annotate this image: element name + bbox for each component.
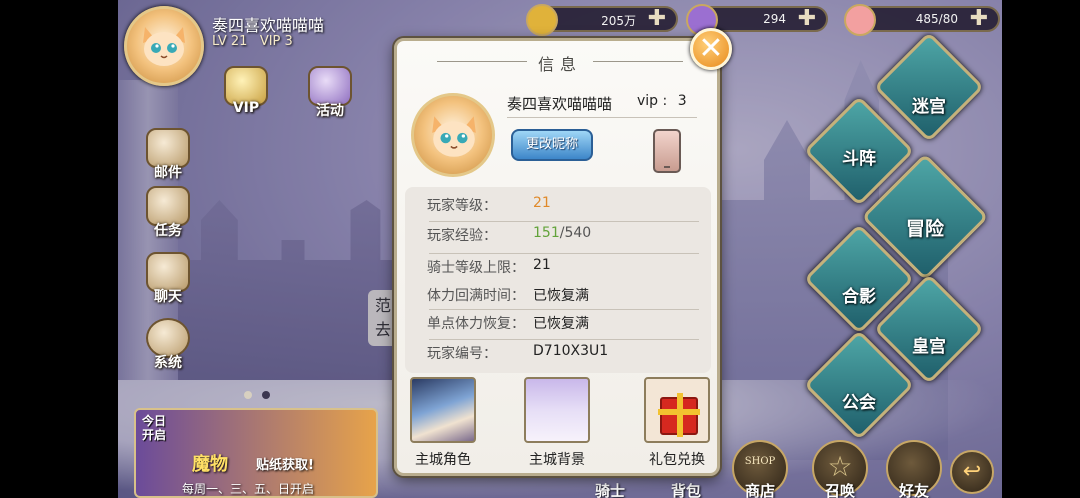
stat-key: 玩家经验：: [427, 228, 497, 244]
side-item-label: 任务: [154, 223, 182, 239]
return-arrow-icon: ↩: [962, 459, 982, 484]
side-item-label: 活动: [316, 103, 344, 119]
side-item-label: 邮件: [154, 165, 182, 181]
stat-divider: [429, 339, 699, 340]
add-gem-button[interactable]: ✚: [794, 6, 820, 32]
stat-key: 玩家编号：: [427, 346, 497, 362]
exp-current: 151: [533, 225, 560, 241]
page-dot-active[interactable]: [262, 391, 270, 399]
dialog-vip: vip : 3: [637, 93, 687, 109]
close-dialog-button[interactable]: ✕: [690, 28, 732, 70]
level-label: LV: [212, 34, 227, 49]
gold-bar: 205万 ✚: [526, 4, 678, 36]
level-value: 21: [230, 34, 248, 49]
stat-value: D710X3U1: [533, 343, 609, 359]
side-item-activity[interactable]: 活动: [300, 66, 360, 126]
letterbox-left: [0, 0, 118, 498]
bottom-item-bag[interactable]: 背包: [656, 480, 716, 498]
peach-stamina-icon: [844, 4, 876, 36]
page-dot[interactable]: [244, 391, 252, 399]
vip-label: VIP: [259, 34, 281, 49]
player-name: 奏四喜欢喵喵喵: [212, 16, 325, 35]
stat-value-exp: 151/540: [533, 225, 591, 241]
palace-label: 皇宫: [912, 337, 946, 357]
gift-ribbon-h: [658, 409, 700, 415]
add-gold-button[interactable]: ✚: [644, 6, 670, 32]
gift-box-icon: [644, 377, 710, 443]
stat-divider: [429, 221, 699, 222]
side-item-label: 聊天: [154, 289, 182, 305]
stat-divider: [429, 253, 699, 254]
phone-icon[interactable]: [653, 129, 681, 173]
bottom-item-label: 主城背景: [529, 452, 585, 468]
stat-value: 已恢复满: [533, 316, 589, 332]
player-avatar[interactable]: [124, 6, 204, 86]
bottom-item-friends: 好友: [898, 482, 929, 498]
event-banner[interactable]: 今日开启 魔物 贴纸获取! 每周一、三、五、日开启: [134, 408, 378, 498]
side-item-mail[interactable]: 邮件: [138, 128, 198, 188]
dialog-vip-label: vip :: [637, 93, 668, 109]
stamina-bar: 485/80 ✚: [844, 4, 1000, 36]
stat-divider: [429, 309, 699, 310]
bottom-item-shop: 商店: [744, 482, 775, 498]
side-item-system[interactable]: 系统: [138, 318, 198, 378]
name-divider: [507, 117, 697, 118]
gold-coin-icon: [526, 4, 558, 36]
bottom-item-label: 主城角色: [415, 452, 471, 468]
stat-key: 单点体力恢复：: [427, 316, 525, 332]
gem-value: 294: [763, 12, 786, 26]
game-screen: 范 去 奏四喜欢喵喵喵 LV 21 VIP 3 205万 ✚ 294 ✚ 485…: [0, 0, 1080, 498]
vip-value: 3: [284, 34, 293, 49]
side-item-chat[interactable]: 聊天: [138, 252, 198, 312]
side-item-tasks[interactable]: 任务: [138, 186, 198, 246]
banner-subtitle: 贴纸获取!: [256, 458, 314, 473]
banner-title: 魔物: [192, 454, 228, 475]
bottom-item-knights[interactable]: 骑士: [580, 480, 640, 498]
stamina-value: 485/80: [915, 12, 958, 26]
banner-schedule: 每周一、三、五、日开启: [182, 482, 315, 496]
stat-key: 体力回满时间：: [427, 288, 525, 304]
dialog-player-avatar[interactable]: [411, 93, 495, 177]
stat-value: 21: [533, 257, 551, 273]
side-item-label: VIP: [232, 100, 260, 116]
player-level-row: LV 21 VIP 3: [212, 34, 293, 49]
side-item-vip[interactable]: VIP: [216, 66, 276, 126]
banner-open-today: 今日开启: [142, 414, 167, 442]
stat-value: 21: [533, 195, 551, 211]
letterbox-right: [1002, 0, 1080, 498]
bottom-item-label: 礼包兑换: [649, 452, 705, 468]
character-portrait-icon: [410, 377, 476, 443]
stat-key: 骑士等级上限：: [427, 260, 525, 276]
maze-label: 迷宫: [912, 97, 946, 117]
main-city-character-button[interactable]: 主城角色: [407, 377, 479, 469]
return-arrow-button[interactable]: ↩: [950, 450, 994, 494]
rename-button[interactable]: 更改昵称: [511, 129, 593, 161]
gold-value: 205万: [601, 14, 636, 28]
stat-value: 已恢复满: [533, 288, 589, 304]
player-info-dialog: 信息 奏四喜欢喵喵喵 vip : 3 更改昵称 玩家等级： 21 玩家经验： 1…: [394, 38, 720, 476]
exp-total: /540: [559, 225, 592, 241]
castle-thumbnail-icon: [524, 377, 590, 443]
close-icon: ✕: [698, 31, 724, 66]
main-city-background-button[interactable]: 主城背景: [521, 377, 593, 469]
bottom-item-summon: 召唤: [824, 482, 855, 498]
adventure-label: 冒险: [905, 218, 944, 240]
shop-sign: SHOP: [744, 456, 776, 467]
photo-label: 合影: [842, 287, 876, 307]
dialog-player-name: 奏四喜欢喵喵喵: [507, 95, 613, 113]
arena-label: 斗阵: [842, 149, 876, 169]
gift-ribbon-v: [677, 393, 683, 437]
side-item-label: 系统: [154, 355, 182, 371]
add-stamina-button[interactable]: ✚: [966, 6, 992, 32]
gift-code-button[interactable]: 礼包兑换: [641, 377, 713, 469]
stat-key: 玩家等级：: [427, 198, 497, 214]
dialog-title: 信息: [537, 55, 582, 74]
cat-avatar-icon: [432, 116, 476, 157]
dialog-vip-value: 3: [677, 93, 687, 109]
guild-label: 公会: [842, 393, 876, 413]
cat-avatar-icon: [143, 27, 185, 66]
player-stats-panel: 玩家等级： 21 玩家经验： 151/540 骑士等级上限： 21 体力回满时间…: [405, 187, 711, 373]
